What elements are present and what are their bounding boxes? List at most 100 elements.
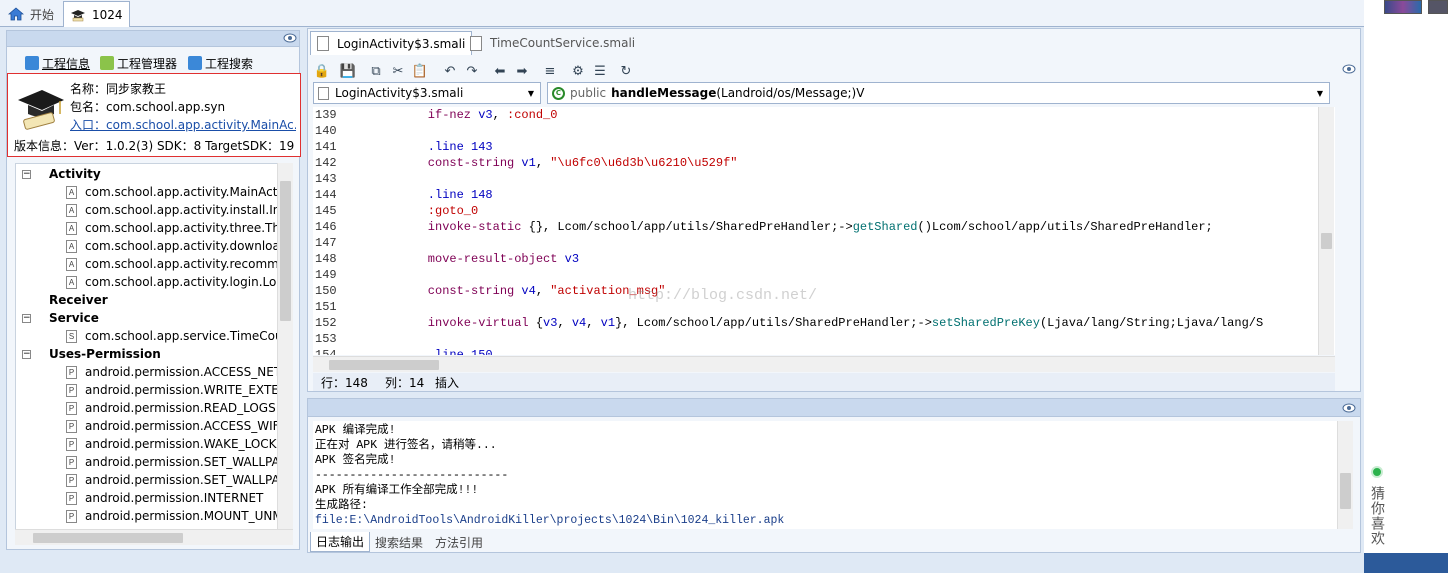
code-vertical-scrollbar[interactable]: [1318, 107, 1334, 355]
tree-group[interactable]: − Uses-Permission: [22, 345, 161, 363]
file-badge-icon: A: [66, 275, 77, 289]
tree-item[interactable]: Scom.school.app.service.TimeCountService: [66, 327, 284, 345]
lock-icon[interactable]: 🔒: [314, 63, 330, 79]
file-badge-icon: P: [66, 383, 77, 397]
code-line: 148 move-result-object v3: [313, 251, 579, 267]
file-icon: [318, 86, 329, 100]
collapse-toggle-icon[interactable]: −: [22, 169, 31, 179]
code-hscroll-thumb[interactable]: [329, 360, 439, 370]
refresh-icon[interactable]: ↻: [618, 63, 634, 79]
code-token: ,: [557, 316, 572, 330]
thumbnail-image[interactable]: [1428, 0, 1448, 14]
tab-log-output[interactable]: 日志输出: [310, 532, 371, 552]
save-icon[interactable]: 💾: [340, 63, 356, 79]
tree-item[interactable]: Acom.school.app.activity.recommend.Recom…: [66, 255, 284, 273]
tab-project-manager[interactable]: 工程管理器: [100, 53, 177, 73]
code-line: 154 .line 150: [313, 347, 493, 355]
tree-item[interactable]: Pandroid.permission.READ_LOGS: [66, 399, 276, 417]
tree-group[interactable]: Receiver: [22, 291, 108, 309]
tab-project-1024[interactable]: 1024: [63, 1, 130, 27]
copy-icon[interactable]: ⧉: [368, 63, 384, 79]
tab-start[interactable]: 开始: [2, 1, 60, 27]
method-select[interactable]: C public handleMessage (Landroid/os/Mess…: [547, 82, 1330, 104]
tree-item-label: android.permission.SET_WALLPAPER_HINTS: [85, 473, 284, 487]
code-token: .line 150: [399, 348, 493, 355]
line-number: 140: [315, 124, 337, 138]
tree-item[interactable]: Pandroid.permission.INTERNET: [66, 489, 263, 507]
chevron-down-icon: ▼: [1316, 88, 1323, 98]
eye-icon[interactable]: [283, 32, 297, 44]
tree-item[interactable]: Pandroid.permission.ACCESS_NETWORK_STATE: [66, 363, 284, 381]
list-icon[interactable]: ☰: [592, 63, 608, 79]
file-badge-icon: A: [66, 185, 77, 199]
cursor-col: 列：14: [385, 375, 425, 390]
tree-item[interactable]: Pandroid.permission.SET_WALLPAPER_HINTS: [66, 471, 284, 489]
tree-item[interactable]: Acom.school.app.activity.MainActivity: [66, 183, 284, 201]
code-token: ()Lcom/school/app/utils/SharedPreHandler…: [917, 220, 1213, 234]
tree-item-label: com.school.app.activity.install.InstallA…: [85, 203, 285, 217]
log-scroll-thumb[interactable]: [1340, 473, 1351, 509]
line-number: 148: [315, 252, 337, 266]
code-area[interactable]: 139 if-nez v3, :cond_0 140 141 .line 143 14…: [313, 107, 1335, 355]
tab-project-info[interactable]: 工程信息: [25, 53, 90, 73]
log-vertical-scrollbar[interactable]: [1337, 421, 1353, 529]
tree-item[interactable]: Acom.school.app.activity.three.ThreeActi…: [66, 219, 284, 237]
tab-project-search[interactable]: 工程搜索: [188, 53, 253, 73]
code-scroll-thumb[interactable]: [1321, 233, 1332, 249]
home-icon: [7, 7, 25, 21]
code-token: }, Lcom/school/app/utils/SharedPreHandle…: [615, 316, 932, 330]
tree-item-label: com.school.app.activity.three.ThreeActiv…: [85, 221, 284, 235]
redo-icon[interactable]: ↷: [464, 63, 480, 79]
line-number: 149: [315, 268, 337, 282]
top-tab-bar: 开始 1024: [0, 0, 1364, 27]
back-arrow-icon[interactable]: ⬅: [492, 63, 508, 79]
file-select[interactable]: LoginActivity$3.smali ▼: [313, 82, 541, 104]
output-path-link[interactable]: file:E:\AndroidTools\AndroidKiller\proje…: [315, 513, 784, 528]
file-badge-icon: P: [66, 419, 77, 433]
undo-icon[interactable]: ↶: [442, 63, 458, 79]
code-token: if-nez: [399, 108, 479, 122]
tab-method-references[interactable]: 方法引用: [430, 532, 488, 552]
eye-icon[interactable]: [1342, 63, 1356, 75]
tree-scroll-thumb[interactable]: [280, 181, 291, 321]
tree-vertical-scrollbar[interactable]: [277, 163, 293, 529]
tree-item-label: android.permission.ACCESS_WIFI_STATE: [85, 419, 284, 433]
editor-tab-timecountservice[interactable]: TimeCountService.smali: [464, 31, 641, 55]
tab-log-output-label: 日志输出: [316, 535, 365, 549]
tree-item[interactable]: Acom.school.app.activity.login.LoginActi…: [66, 273, 284, 291]
tree-item[interactable]: Pandroid.permission.SET_WALLPAPER: [66, 453, 284, 471]
tree-group[interactable]: − Activity: [22, 165, 101, 183]
code-line: 143: [313, 171, 399, 187]
tree-horizontal-scrollbar[interactable]: [15, 529, 293, 545]
compile-icon[interactable]: ⚙: [570, 63, 586, 79]
file-badge-icon: P: [66, 509, 77, 523]
eye-icon[interactable]: [1342, 402, 1356, 414]
editor-tab-loginactivity[interactable]: LoginActivity$3.smali: [310, 31, 473, 55]
tree-group-label: Service: [49, 311, 99, 325]
paste-icon[interactable]: 📋: [412, 63, 428, 79]
tree-item[interactable]: Pandroid.permission.ACCESS_WIFI_STATE: [66, 417, 284, 435]
cut-icon[interactable]: ✂: [390, 63, 406, 79]
tree-item[interactable]: Pandroid.permission.WRITE_EXTERNAL_STORA…: [66, 381, 284, 399]
forward-arrow-icon[interactable]: ➡: [514, 63, 530, 79]
tree-item[interactable]: Acom.school.app.activity.download.Downlo…: [66, 237, 284, 255]
log-line: 生成路径:: [315, 499, 368, 512]
code-horizontal-scrollbar[interactable]: [313, 356, 1335, 372]
code-token: move-result-object: [399, 252, 565, 266]
right-side-strip: 猜你喜欢: [1364, 0, 1448, 573]
tree-item[interactable]: Acom.school.app.activity.install.Install…: [66, 201, 285, 219]
collapse-toggle-icon[interactable]: −: [22, 349, 31, 359]
tree-hscroll-thumb[interactable]: [33, 533, 183, 543]
line-number: 141: [315, 140, 337, 154]
tab-search-results[interactable]: 搜索结果: [370, 532, 428, 552]
thumbnail-image[interactable]: [1384, 0, 1422, 14]
tree-group[interactable]: − Service: [22, 309, 99, 327]
format-icon[interactable]: ≡: [542, 63, 558, 79]
collapse-toggle-icon[interactable]: −: [22, 313, 31, 323]
tree-item-label: com.school.app.activity.login.LoginActiv…: [85, 275, 284, 289]
tree-item[interactable]: Pandroid.permission.WAKE_LOCK: [66, 435, 277, 453]
recommend-widget[interactable]: 猜你喜欢: [1368, 466, 1386, 556]
project-entry-link[interactable]: 入口：com.school.app.activity.MainAc...: [70, 116, 296, 133]
tree-item[interactable]: Pandroid.permission.MOUNT_UNMOUNT_FILESY…: [66, 507, 284, 525]
log-output[interactable]: APK 编译完成! 正在对 APK 进行签名，请稍等... APK 签名完成! ---…: [313, 421, 1337, 529]
